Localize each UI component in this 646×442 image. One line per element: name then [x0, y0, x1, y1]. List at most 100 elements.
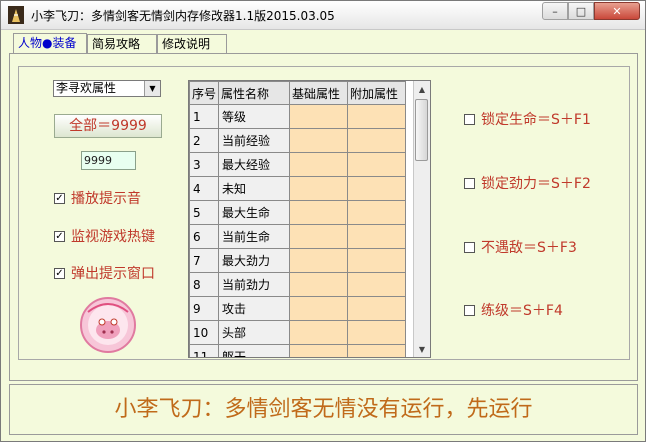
base-value-cell[interactable] — [289, 104, 349, 129]
base-value-cell[interactable] — [289, 296, 349, 321]
tab-label: 人物●装备 — [18, 36, 77, 50]
extra-value-cell[interactable] — [347, 104, 407, 129]
attribute-name-cell: 等级 — [218, 104, 291, 129]
attribute-name-cell: 攻击 — [218, 296, 291, 321]
extra-value-cell[interactable] — [347, 320, 407, 345]
base-value-cell[interactable] — [289, 224, 349, 249]
row-index: 3 — [189, 152, 220, 177]
column-header[interactable]: 属性名称 — [218, 81, 291, 105]
checkbox-label: 不遇敌＝S＋F3 — [481, 240, 577, 256]
row-index: 1 — [189, 104, 220, 129]
checkbox-check-icon[interactable]: ✓ — [54, 230, 65, 242]
checkbox-icon[interactable] — [464, 241, 475, 253]
monitor-hotkeys-checkbox[interactable]: ✓ 监视游戏热键 — [54, 226, 155, 246]
base-value-cell[interactable] — [289, 272, 349, 297]
table-row[interactable]: 1 等级 — [189, 104, 407, 129]
status-message: 小李飞刀：多情剑客无情没有运行，先运行 — [9, 384, 638, 435]
base-value-cell[interactable] — [289, 320, 349, 345]
base-value-cell[interactable] — [289, 200, 349, 225]
base-value-cell[interactable] — [289, 344, 349, 357]
extra-value-cell[interactable] — [347, 176, 407, 201]
table-row[interactable]: 6 当前生命 — [189, 224, 407, 249]
table-row[interactable]: 8 当前劲力 — [189, 272, 407, 297]
tab-simple-guide[interactable]: 简易攻略 — [87, 34, 157, 53]
attribute-name-cell: 最大经验 — [218, 152, 291, 177]
scroll-up-icon[interactable]: ▲ — [414, 81, 430, 97]
attribute-name-cell: 最大生命 — [218, 200, 291, 225]
attribute-table: 序号 属性名称 基础属性 附加属性 1 等级 2 当前经验 3 最大经验 4 未知 5 最大生命 6… — [188, 80, 431, 358]
checkbox-check-icon[interactable]: ✓ — [54, 192, 65, 204]
row-index: 5 — [189, 200, 220, 225]
checkbox-label: 锁定劲力＝S＋F2 — [481, 176, 591, 192]
row-index: 2 — [189, 128, 220, 153]
table-row[interactable]: 9 攻击 — [189, 296, 407, 321]
lock-life-checkbox[interactable]: 锁定生命＝S＋F1 — [464, 109, 591, 129]
attribute-name-cell: 未知 — [218, 176, 291, 201]
tab-label: 简易攻略 — [92, 37, 141, 51]
row-index: 6 — [189, 224, 220, 249]
extra-value-cell[interactable] — [347, 200, 407, 225]
extra-value-cell[interactable] — [347, 272, 407, 297]
checkbox-icon[interactable] — [464, 177, 475, 189]
attribute-name-cell: 当前经验 — [218, 128, 291, 153]
table-scrollbar[interactable]: ▲ ▼ — [413, 81, 430, 357]
trainer-window: 小李飞刀：多情剑客无情剑内存修改器1.1版2015.03.05 – □ ✕ 人物… — [0, 0, 646, 442]
checkbox-label: 监视游戏热键 — [71, 229, 155, 245]
dropdown-arrow-icon[interactable]: ▼ — [144, 81, 160, 96]
checkbox-label: 练级＝S＋F4 — [481, 303, 563, 319]
checkbox-icon[interactable] — [464, 113, 475, 125]
extra-value-cell[interactable] — [347, 224, 407, 249]
attribute-name-cell: 当前生命 — [218, 224, 291, 249]
table-row[interactable]: 4 未知 — [189, 176, 407, 201]
table-row[interactable]: 3 最大经验 — [189, 152, 407, 177]
popup-window-checkbox[interactable]: ✓ 弹出提示窗口 — [54, 263, 155, 283]
attribute-name-cell: 躯干 — [218, 344, 291, 357]
table-header-row: 序号 属性名称 基础属性 附加属性 — [189, 81, 407, 105]
extra-value-cell[interactable] — [347, 152, 407, 177]
row-index: 10 — [189, 320, 220, 345]
scroll-thumb[interactable] — [415, 99, 428, 161]
checkbox-label: 播放提示音 — [71, 191, 141, 207]
row-index: 9 — [189, 296, 220, 321]
base-value-cell[interactable] — [289, 248, 349, 273]
tab-label: 修改说明 — [162, 37, 211, 51]
extra-value-cell[interactable] — [347, 296, 407, 321]
play-sound-checkbox[interactable]: ✓ 播放提示音 — [54, 188, 141, 208]
base-value-cell[interactable] — [289, 152, 349, 177]
table-row[interactable]: 7 最大劲力 — [189, 248, 407, 273]
character-select-value: 李寻欢属性 — [56, 81, 117, 95]
tab-character-equipment[interactable]: 人物●装备 — [13, 33, 87, 54]
lock-energy-checkbox[interactable]: 锁定劲力＝S＋F2 — [464, 173, 591, 193]
row-index: 4 — [189, 176, 220, 201]
no-encounter-checkbox[interactable]: 不遇敌＝S＋F3 — [464, 237, 577, 257]
close-button[interactable]: ✕ — [594, 2, 640, 20]
checkbox-check-icon[interactable]: ✓ — [54, 267, 65, 279]
maximize-button[interactable]: □ — [568, 2, 594, 20]
row-index: 7 — [189, 248, 220, 273]
extra-value-cell[interactable] — [347, 128, 407, 153]
base-value-cell[interactable] — [289, 176, 349, 201]
attribute-name-cell: 最大劲力 — [218, 248, 291, 273]
extra-value-cell[interactable] — [347, 248, 407, 273]
table-row[interactable]: 11 躯干 — [189, 344, 407, 357]
column-header[interactable]: 序号 — [189, 81, 220, 105]
level-up-checkbox[interactable]: 练级＝S＋F4 — [464, 300, 563, 320]
tab-edit-notes[interactable]: 修改说明 — [157, 34, 227, 53]
value-input[interactable]: 9999 — [81, 151, 136, 170]
base-value-cell[interactable] — [289, 128, 349, 153]
column-header[interactable]: 基础属性 — [289, 81, 349, 105]
set-all-button[interactable]: 全部＝9999 — [54, 114, 162, 138]
column-header[interactable]: 附加属性 — [347, 81, 407, 105]
character-select[interactable]: 李寻欢属性 ▼ — [53, 80, 161, 97]
table-row[interactable]: 10 头部 — [189, 320, 407, 345]
minimize-button[interactable]: – — [542, 2, 568, 20]
table-row[interactable]: 5 最大生命 — [189, 200, 407, 225]
extra-value-cell[interactable] — [347, 344, 407, 357]
checkbox-icon[interactable] — [464, 304, 475, 316]
scroll-down-icon[interactable]: ▼ — [414, 341, 430, 357]
app-icon — [8, 6, 24, 24]
attribute-name-cell: 头部 — [218, 320, 291, 345]
title-bar[interactable]: 小李飞刀：多情剑客无情剑内存修改器1.1版2015.03.05 – □ ✕ — [1, 1, 645, 30]
attribute-name-cell: 当前劲力 — [218, 272, 291, 297]
table-row[interactable]: 2 当前经验 — [189, 128, 407, 153]
